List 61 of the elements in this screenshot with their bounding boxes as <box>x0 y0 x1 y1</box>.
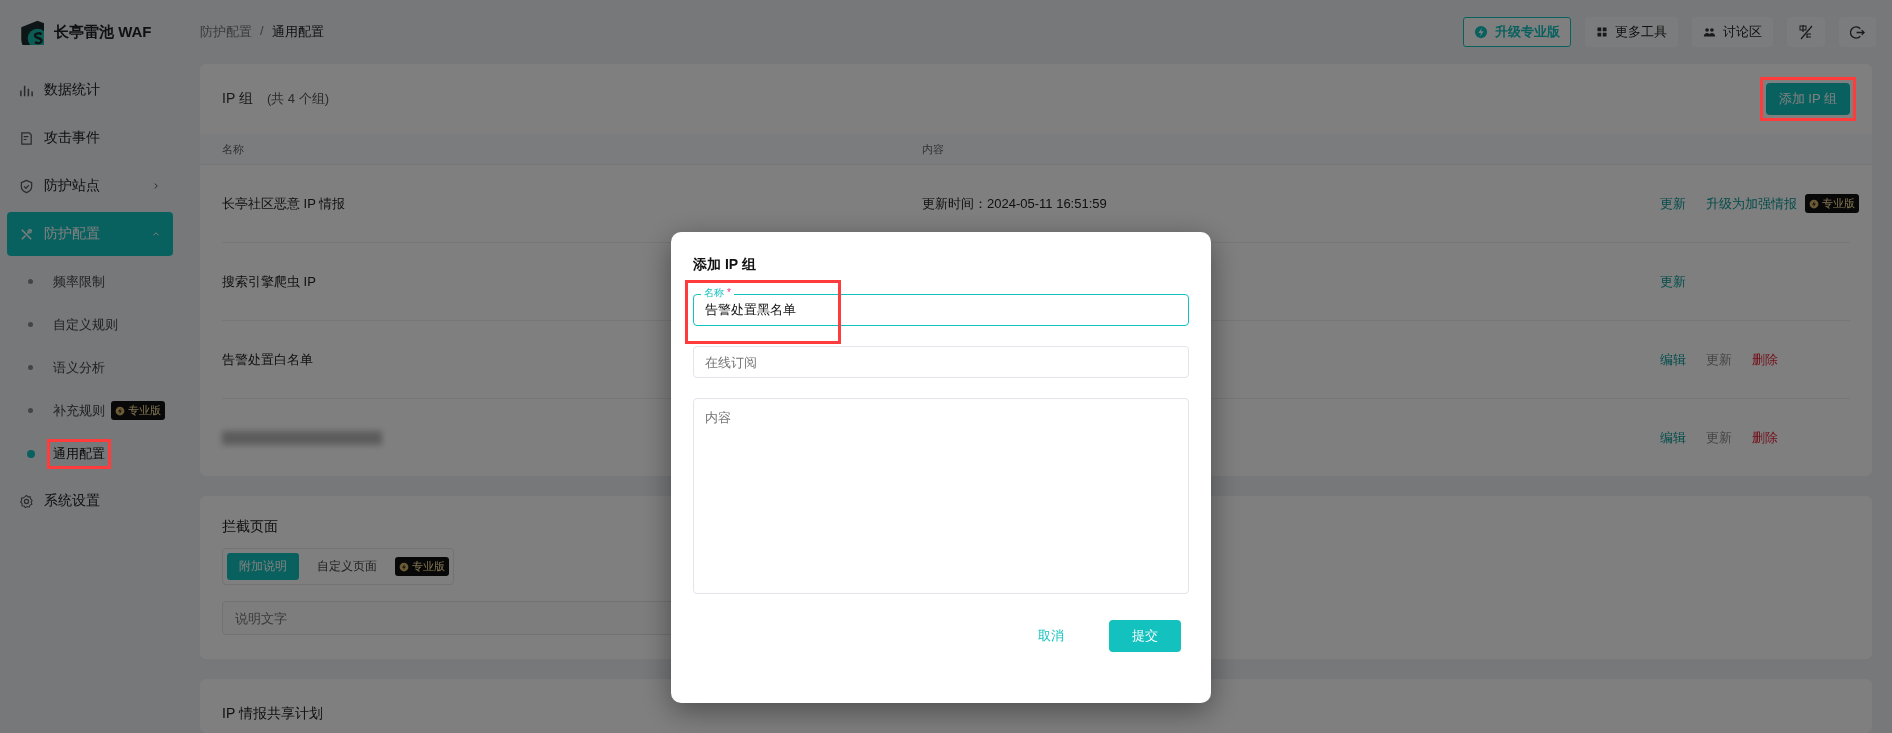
people-icon <box>1703 25 1716 39</box>
action-link[interactable]: 编辑 <box>1660 350 1686 369</box>
language-button[interactable] <box>1787 17 1825 47</box>
lightning-icon <box>1474 25 1488 39</box>
pro-badge: 专业版 <box>1805 194 1859 213</box>
breadcrumb-item[interactable]: 通用配置 <box>271 23 324 41</box>
lightning-icon <box>1809 198 1819 209</box>
shield-icon <box>19 178 34 194</box>
submit-button[interactable]: 提交 <box>1109 620 1181 652</box>
sidebar-item[interactable]: 系统设置 <box>7 479 173 523</box>
sidebar-item[interactable]: 数据统计 <box>7 68 173 112</box>
action-link[interactable]: 删除 <box>1752 428 1778 447</box>
section-title: IP 组 <box>222 90 253 106</box>
dialog-title: 添加 IP 组 <box>693 256 757 274</box>
sidebar-item[interactable]: 防护站点 <box>7 164 173 208</box>
logout-button[interactable] <box>1839 17 1876 47</box>
pro-badge: 专业版 <box>111 401 165 420</box>
sidebar-item[interactable]: 攻击事件 <box>7 116 173 160</box>
table-cell: 更新时间：2024-05-11 16:51:59 <box>922 195 1107 211</box>
subscription-field[interactable]: 在线订阅 <box>693 346 1189 378</box>
app-name: 长亭雷池 WAF <box>54 22 152 42</box>
forum-button[interactable]: 讨论区 <box>1692 17 1773 47</box>
tools-button[interactable]: 更多工具 <box>1585 17 1678 47</box>
action-link[interactable]: 删除 <box>1752 350 1778 369</box>
shield-logo-icon <box>18 19 44 45</box>
action-link[interactable]: 更新 <box>1660 194 1686 213</box>
table-cell: 搜索引擎爬虫 IP <box>222 273 316 289</box>
pro-badge: 专业版 <box>395 557 449 576</box>
content-field[interactable]: 内容 <box>693 398 1189 594</box>
action-link[interactable]: 更新 <box>1660 272 1686 291</box>
table-cell: 长亭社区恶意 IP 情报 <box>222 195 346 211</box>
grid-icon <box>1596 26 1608 38</box>
sidebar-subitem[interactable]: 通用配置 <box>53 444 105 463</box>
sidebar-subitem[interactable]: 语义分析 <box>53 358 105 377</box>
breadcrumb-item[interactable]: 防护配置 <box>200 23 252 41</box>
mode-tab[interactable]: 自定义页面 <box>305 553 389 580</box>
section-title: 拦截页面 <box>222 517 279 536</box>
upgrade-button[interactable]: 升级专业版 <box>1463 17 1571 47</box>
tools-icon <box>19 226 34 242</box>
add-group-button[interactable]: 添加 IP 组 <box>1765 83 1850 115</box>
column-header: 名称 <box>222 141 245 157</box>
column-header: 内容 <box>922 141 945 157</box>
logout-icon <box>1850 24 1865 40</box>
gear-icon <box>19 493 34 509</box>
table-cell: 告警处置白名单 <box>222 351 313 367</box>
sidebar-subitem[interactable]: 补充规则 <box>53 401 105 420</box>
action-link[interactable]: 编辑 <box>1660 428 1686 447</box>
mode-tab[interactable]: 附加说明 <box>227 553 299 580</box>
lightning-icon <box>115 405 125 416</box>
group-count: (共 4 个组) <box>266 91 329 106</box>
action-link[interactable]: 升级为加强情报 <box>1706 194 1797 213</box>
field-label: 名称 * <box>701 286 734 300</box>
language-icon <box>1798 24 1814 40</box>
section-title: IP 情报共享计划 <box>222 705 323 721</box>
breadcrumb-separator: / <box>260 23 264 40</box>
lightning-icon <box>399 561 409 572</box>
sidebar-subitem[interactable]: 频率限制 <box>53 272 105 291</box>
sidebar-subitem[interactable]: 自定义规则 <box>53 315 118 334</box>
sidebar-item[interactable]: 防护配置 <box>7 212 173 256</box>
document-icon <box>19 130 34 146</box>
cancel-button[interactable]: 取消 <box>1015 620 1087 652</box>
